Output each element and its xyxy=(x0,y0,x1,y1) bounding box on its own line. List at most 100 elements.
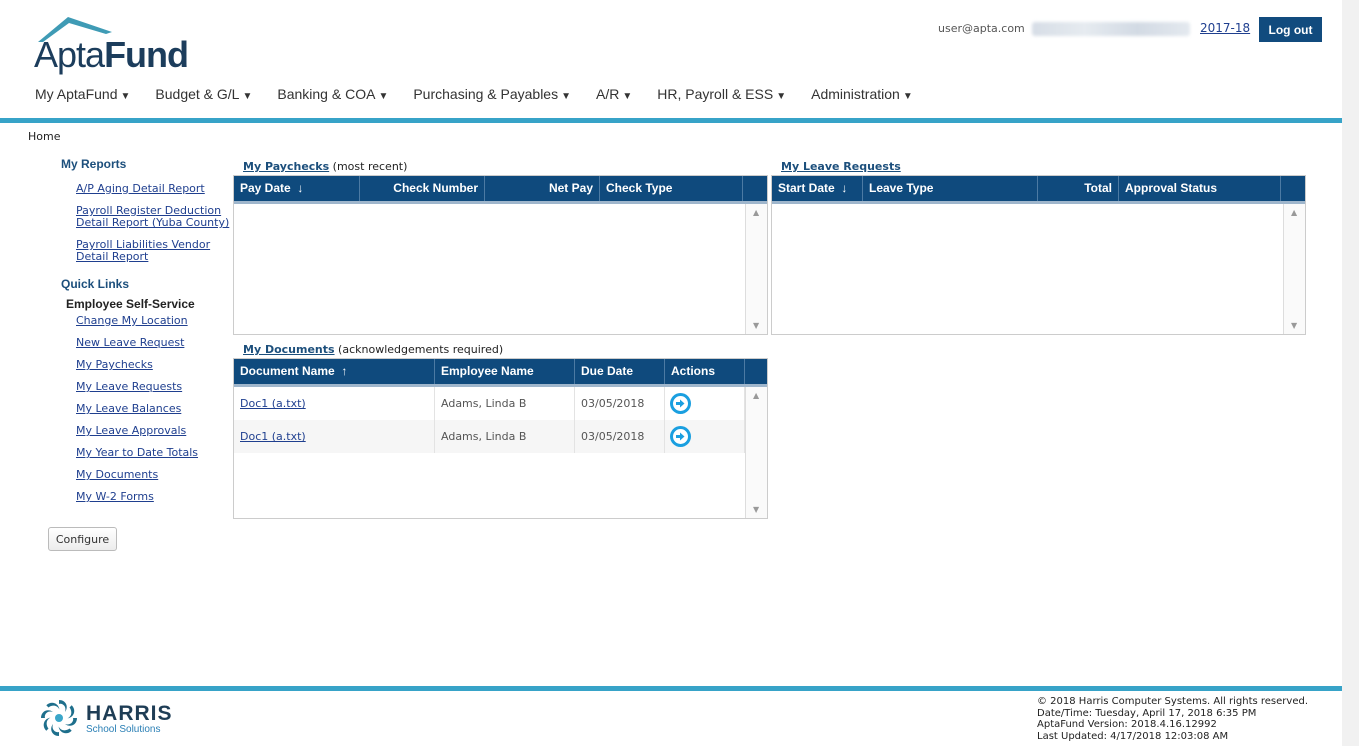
nav-label: Administration xyxy=(811,86,900,102)
footer-copyright: © 2018 Harris Computer Systems. All righ… xyxy=(1037,696,1308,707)
leave-requests-scrollbar[interactable]: ▲ ▼ xyxy=(1283,204,1305,334)
link-new-leave-request[interactable]: New Leave Request xyxy=(76,337,236,349)
logo-text: AptaFund xyxy=(34,34,189,76)
harris-brand-subtitle: School Solutions xyxy=(86,724,161,735)
nav-label: Purchasing & Payables xyxy=(413,86,559,102)
footer-divider xyxy=(0,686,1342,691)
link-ytd-totals[interactable]: My Year to Date Totals xyxy=(76,447,236,459)
link-my-paychecks[interactable]: My Paychecks xyxy=(76,359,236,371)
leave-requests-title-link[interactable]: My Leave Requests xyxy=(781,160,901,173)
documents-grid-header: Document Name ↑ Employee Name Due Date A… xyxy=(234,359,767,387)
page-scrollbar[interactable] xyxy=(1342,0,1359,746)
scroll-up-icon[interactable]: ▲ xyxy=(1291,208,1297,217)
col-net-pay[interactable]: Net Pay xyxy=(485,176,600,201)
col-pay-date[interactable]: Pay Date ↓ xyxy=(234,176,360,201)
footer-datetime: Date/Time: Tuesday, April 17, 2018 6:35 … xyxy=(1037,707,1257,719)
paychecks-grid-header: Pay Date ↓ Check Number Net Pay Check Ty… xyxy=(234,176,767,204)
col-leave-type[interactable]: Leave Type xyxy=(863,176,1038,201)
footer-version: AptaFund Version: 2018.4.16.12992 xyxy=(1037,719,1217,730)
scroll-down-icon[interactable]: ▼ xyxy=(1291,321,1297,330)
employee-cell: Adams, Linda B xyxy=(435,387,575,420)
user-email: user@apta.com xyxy=(938,22,1025,35)
document-link[interactable]: Doc1 (a.txt) xyxy=(240,397,306,410)
link-change-location[interactable]: Change My Location xyxy=(76,315,236,327)
nav-budget-gl[interactable]: Budget & G/L ▼ xyxy=(155,86,252,102)
report-payroll-liabilities-vendor[interactable]: Payroll Liabilities Vendor Detail Report xyxy=(76,239,236,263)
logo-text-light: Apta xyxy=(34,34,105,75)
document-link[interactable]: Doc1 (a.txt) xyxy=(240,430,306,443)
nav-purchasing-payables[interactable]: Purchasing & Payables ▼ xyxy=(413,86,571,102)
link-my-leave-balances[interactable]: My Leave Balances xyxy=(76,403,236,415)
sort-up-icon: ↑ xyxy=(341,364,348,378)
nav-label: HR, Payroll & ESS xyxy=(657,86,774,102)
leave-requests-grid-header: Start Date ↓ Leave Type Total Approval S… xyxy=(772,176,1305,204)
col-check-type[interactable]: Check Type xyxy=(600,176,743,201)
actions-cell xyxy=(665,420,745,453)
col-due-date[interactable]: Due Date xyxy=(575,359,665,384)
configure-button[interactable]: Configure xyxy=(48,527,117,551)
employee-cell: Adams, Linda B xyxy=(435,420,575,453)
header-divider xyxy=(0,118,1342,123)
due-date-cell: 03/05/2018 xyxy=(575,387,665,420)
col-approval-status[interactable]: Approval Status xyxy=(1119,176,1281,201)
col-document-name[interactable]: Document Name ↑ xyxy=(234,359,435,384)
caret-down-icon: ▼ xyxy=(902,91,913,102)
paychecks-scrollbar[interactable]: ▲ ▼ xyxy=(745,204,767,334)
document-row: Doc1 (a.txt) Adams, Linda B 03/05/2018 xyxy=(234,387,745,420)
col-actions[interactable]: Actions xyxy=(665,359,745,384)
link-my-documents[interactable]: My Documents xyxy=(76,469,236,481)
nav-label: A/R xyxy=(596,86,620,102)
paychecks-title: My Paychecks (most recent) xyxy=(243,160,407,173)
document-cell: Doc1 (a.txt) xyxy=(234,420,435,453)
documents-grid: Document Name ↑ Employee Name Due Date A… xyxy=(233,358,768,519)
nav-ar[interactable]: A/R ▼ xyxy=(596,86,632,102)
documents-title: My Documents (acknowledgements required) xyxy=(243,343,503,356)
breadcrumb: Home xyxy=(28,130,61,143)
scroll-up-icon[interactable]: ▲ xyxy=(753,208,759,217)
aptafund-logo[interactable]: AptaFund xyxy=(32,14,192,76)
nav-label: Banking & COA xyxy=(277,86,376,102)
nav-hr-payroll-ess[interactable]: HR, Payroll & ESS ▼ xyxy=(657,86,786,102)
nav-administration[interactable]: Administration ▼ xyxy=(811,86,913,102)
col-label: Document Name xyxy=(240,364,335,378)
caret-down-icon: ▼ xyxy=(378,91,389,102)
leave-requests-title: My Leave Requests xyxy=(781,160,901,173)
paychecks-note: (most recent) xyxy=(332,160,408,173)
report-payroll-register-deduction[interactable]: Payroll Register Deduction Detail Report… xyxy=(76,205,236,229)
caret-down-icon: ▼ xyxy=(561,91,572,102)
col-start-date[interactable]: Start Date ↓ xyxy=(772,176,863,201)
fiscal-year-link[interactable]: 2017-18 xyxy=(1200,21,1250,35)
col-total[interactable]: Total xyxy=(1038,176,1119,201)
paychecks-grid: Pay Date ↓ Check Number Net Pay Check Ty… xyxy=(233,175,768,335)
nav-my-aptafund[interactable]: My AptaFund ▼ xyxy=(35,86,130,102)
arrow-right-circle-icon[interactable] xyxy=(670,426,691,447)
scroll-down-icon[interactable]: ▼ xyxy=(753,321,759,330)
my-reports-heading: My Reports xyxy=(61,157,127,171)
arrow-right-circle-icon[interactable] xyxy=(670,393,691,414)
quick-links-heading: Quick Links xyxy=(61,277,130,291)
paychecks-title-link[interactable]: My Paychecks xyxy=(243,160,329,173)
footer-info: © 2018 Harris Computer Systems. All righ… xyxy=(1037,696,1308,742)
caret-down-icon: ▼ xyxy=(622,91,633,102)
logout-button[interactable]: Log out xyxy=(1259,17,1322,42)
col-employee-name[interactable]: Employee Name xyxy=(435,359,575,384)
actions-cell xyxy=(665,387,745,420)
documents-scrollbar[interactable]: ▲ ▼ xyxy=(745,387,767,518)
harris-logo-icon xyxy=(41,700,77,736)
caret-down-icon: ▼ xyxy=(120,91,131,102)
leave-requests-grid: Start Date ↓ Leave Type Total Approval S… xyxy=(771,175,1306,335)
ess-heading: Employee Self-Service xyxy=(66,297,195,311)
report-ap-aging[interactable]: A/P Aging Detail Report xyxy=(76,183,236,195)
scroll-down-icon[interactable]: ▼ xyxy=(753,505,759,514)
link-my-leave-approvals[interactable]: My Leave Approvals xyxy=(76,425,236,437)
documents-title-link[interactable]: My Documents xyxy=(243,343,335,356)
sort-down-icon: ↓ xyxy=(841,181,848,195)
col-check-number[interactable]: Check Number xyxy=(360,176,485,201)
logo-text-bold: Fund xyxy=(104,34,189,75)
col-label: Start Date xyxy=(778,181,835,195)
link-my-leave-requests[interactable]: My Leave Requests xyxy=(76,381,236,393)
nav-banking-coa[interactable]: Banking & COA ▼ xyxy=(277,86,388,102)
link-w2-forms[interactable]: My W-2 Forms xyxy=(76,491,236,503)
main-nav: My AptaFund ▼ Budget & G/L ▼ Banking & COA… xyxy=(35,86,938,102)
scroll-up-icon[interactable]: ▲ xyxy=(753,391,759,400)
